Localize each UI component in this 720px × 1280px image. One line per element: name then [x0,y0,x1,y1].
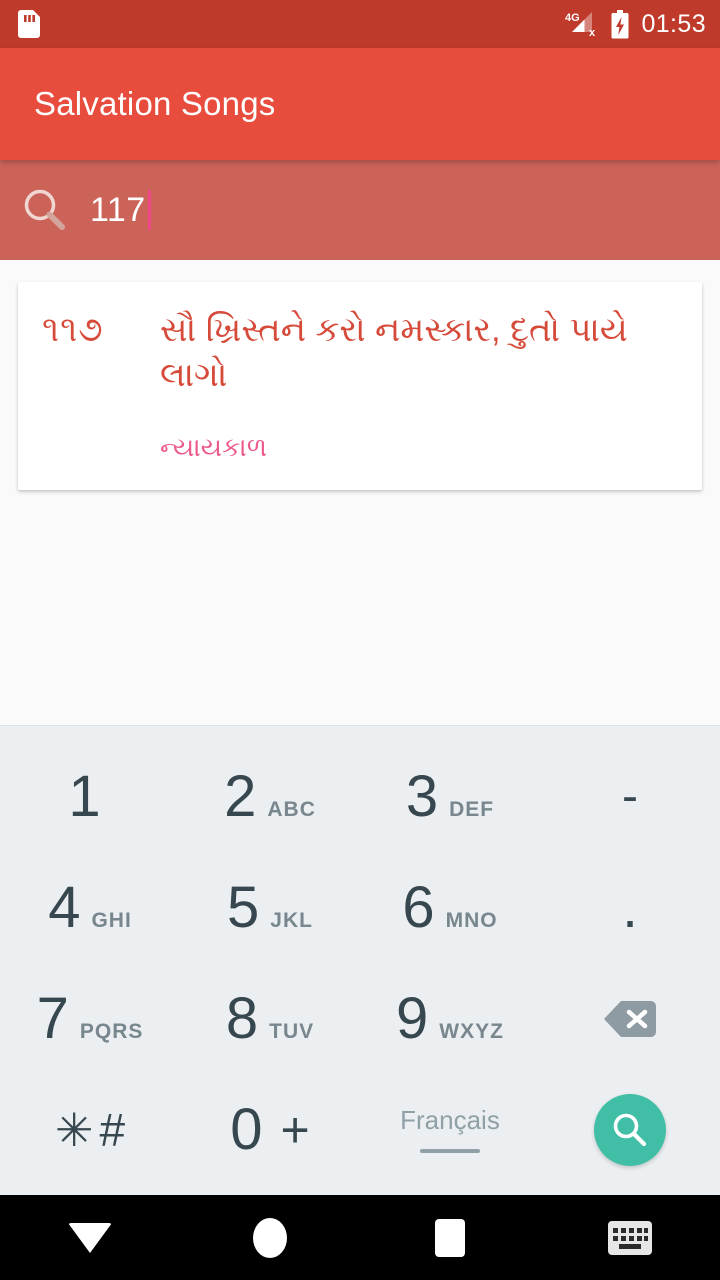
search-results-list: ૧૧૭ સૌ ખ્રિસ્તને કરો નમસ્કાર, દુતો પાયે … [0,260,720,725]
status-bar-right: 4G x 01:53 [565,9,706,39]
key-7[interactable]: 7 PQRS [0,964,180,1075]
key-language-label: Français [400,1104,500,1135]
text-caret [147,190,151,230]
keypad-row-3: 7 PQRS 8 TUV 9 WXYZ [0,964,720,1075]
key-9[interactable]: 9 WXYZ [360,964,540,1075]
key-0-digit: 0 [230,1096,263,1162]
search-input[interactable]: 117 [90,190,151,230]
key-6-digit: 6 [402,875,435,941]
nav-home[interactable] [180,1217,360,1258]
key-period-symbol: . [622,875,638,939]
key-8-digit: 8 [225,985,259,1051]
sim-card-icon [18,10,40,38]
keyboard-icon [608,1220,652,1255]
nav-recents[interactable] [360,1218,540,1257]
search-icon [24,189,65,230]
key-hyphen-symbol: - [622,770,638,824]
key-hash-symbol: # [99,1103,126,1156]
key-language[interactable]: Français [360,1074,540,1185]
key-2[interactable]: 2 ABC [180,742,360,853]
status-clock: 01:53 [641,9,706,38]
app-bar: Salvation Songs [0,48,720,160]
key-star-hash[interactable]: ✳ # [0,1074,180,1185]
search-bar[interactable]: 117 [0,160,720,260]
svg-text:4G: 4G [565,12,580,24]
key-9-digit: 9 [396,985,429,1051]
keypad-row-2: 4 GHI 5 JKL 6 MNO . [0,853,720,964]
square-recents-icon [435,1218,465,1257]
song-number: ૧૧૭ [42,310,104,349]
key-2-digit: 2 [224,764,257,830]
key-1-digit: 1 [68,764,101,830]
song-title: સૌ ખ્રિસ્તને કરો નમસ્કાર, દુતો પાયે લાગો [160,311,628,395]
key-4[interactable]: 4 GHI [0,853,180,964]
key-3-letters: DEF [449,798,495,822]
key-4-digit: 4 [48,875,81,941]
key-hyphen[interactable]: - [540,742,720,853]
battery-charging-icon [611,9,629,38]
key-star-symbol: ✳ [54,1103,94,1156]
search-fab-button[interactable] [594,1093,666,1166]
list-item[interactable]: ૧૧૭ સૌ ખ્રિસ્તને કરો નમસ્કાર, દુતો પાયે … [18,282,702,491]
key-5-letters: JKL [270,909,313,933]
key-5-digit: 5 [227,875,260,941]
key-4-letters: GHI [91,909,132,933]
search-input-value: 117 [90,191,146,229]
key-period[interactable]: . [540,853,720,964]
key-1[interactable]: 1 [0,742,180,853]
nav-keyboard-switch[interactable] [540,1220,720,1255]
key-6[interactable]: 6 MNO [360,853,540,964]
key-7-letters: PQRS [79,1019,144,1043]
key-6-letters: MNO [445,909,498,933]
keypad-row-1: 1 2 ABC 3 DEF - [0,742,720,853]
numeric-keypad: 1 2 ABC 3 DEF - 4 GHI 5 JKL 6 MNO . 7 PQ… [0,725,720,1195]
key-plus-symbol: + [280,1101,310,1158]
result-card-top: ૧૧૭ સૌ ખ્રિસ્તને કરો નમસ્કાર, દુતો પાયે … [42,308,676,398]
key-zero-plus[interactable]: 0 + [180,1074,360,1185]
nav-back-dismiss-keyboard[interactable] [0,1222,180,1253]
key-8-letters: TUV [269,1019,315,1043]
key-3[interactable]: 3 DEF [360,742,540,853]
song-category: ન્યાયકાળ [160,432,267,463]
key-language-underline [420,1148,480,1153]
key-9-letters: WXYZ [439,1019,504,1043]
status-bar: 4G x 01:53 [0,0,720,48]
system-navigation-bar [0,1195,720,1280]
key-5[interactable]: 5 JKL [180,853,360,964]
status-bar-left [18,10,40,38]
backspace-icon [604,1000,656,1037]
caret-down-icon [68,1222,112,1253]
signal-no-service-icon: 4G x [565,12,596,38]
keypad-row-4: ✳ # 0 + Français [0,1074,720,1185]
phone-screen: 4G x 01:53 Salvation Songs 117 ૧૧૭ સૌ ખ્… [0,0,720,1280]
key-3-digit: 3 [405,764,439,830]
key-2-letters: ABC [267,798,316,822]
key-backspace[interactable] [540,964,720,1075]
key-search[interactable] [540,1074,720,1185]
svg-text:x: x [589,27,596,38]
key-8[interactable]: 8 TUV [180,964,360,1075]
search-icon [613,1113,647,1146]
key-7-digit: 7 [36,985,69,1051]
page-title: Salvation Songs [34,85,276,122]
circle-home-icon [253,1217,287,1258]
